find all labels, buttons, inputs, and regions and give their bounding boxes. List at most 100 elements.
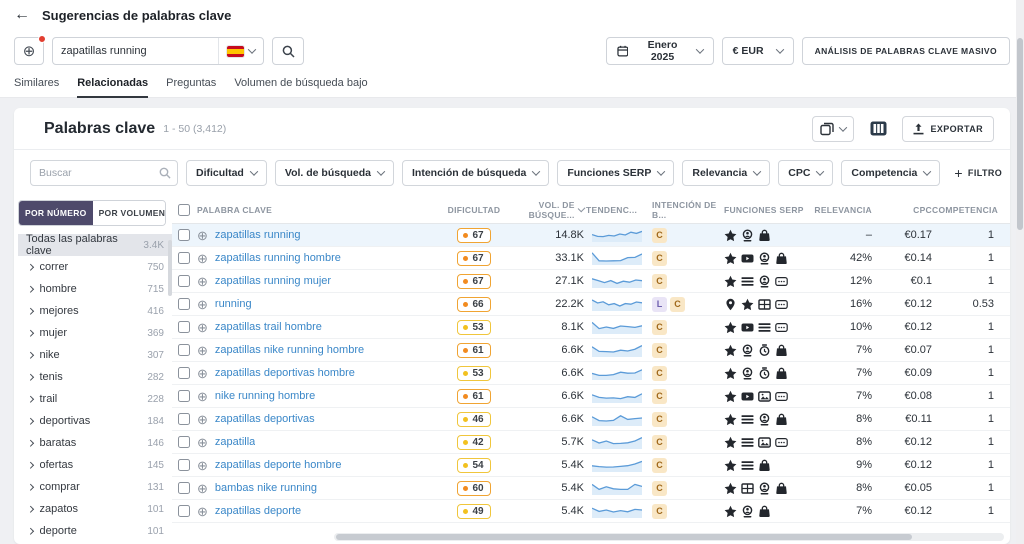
keyword-link[interactable]: zapatillas running mujer — [215, 275, 331, 287]
export-button[interactable]: EXPORTAR — [902, 115, 994, 142]
add-keyword-icon[interactable]: ⊕ — [197, 390, 208, 403]
sidebar-item-correr[interactable]: correr 750 — [18, 256, 172, 278]
add-keyword-icon[interactable]: ⊕ — [197, 436, 208, 449]
difficulty-badge: 67 — [457, 250, 491, 266]
keyword-link[interactable]: running — [215, 298, 252, 310]
table-row: ⊕ zapatillas deportivas 46 6.6K C 8% €0.11 1 — [172, 408, 1010, 431]
difficulty-badge: 53 — [457, 319, 491, 335]
filter-chip-relevancia[interactable]: Relevancia — [682, 160, 771, 186]
image-pack-icon — [758, 436, 771, 449]
window-scrollbar[interactable] — [1016, 0, 1024, 544]
row-checkbox[interactable] — [178, 505, 190, 517]
cpc-cell: €0.08 — [904, 390, 932, 402]
filter-chip-competencia[interactable]: Competencia — [841, 160, 941, 186]
group-count: 3.4K — [143, 239, 164, 251]
view-mode-button[interactable] — [812, 115, 855, 142]
add-keyword-icon[interactable]: ⊕ — [197, 459, 208, 472]
row-checkbox[interactable] — [178, 321, 190, 333]
add-keyword-icon[interactable]: ⊕ — [197, 344, 208, 357]
row-checkbox[interactable] — [178, 413, 190, 425]
row-checkbox[interactable] — [178, 436, 190, 448]
row-checkbox[interactable] — [178, 459, 190, 471]
keyword-link[interactable]: bambas nike running — [215, 482, 317, 494]
column-header-intenci-n-de-b: INTENCIÓN DE B... — [650, 200, 722, 220]
add-keyword-icon[interactable]: ⊕ — [197, 298, 208, 311]
date-selector[interactable]: Enero 2025 — [605, 37, 714, 65]
sidebar-item-mejores[interactable]: mejores 416 — [18, 300, 172, 322]
row-checkbox[interactable] — [178, 252, 190, 264]
horizontal-scrollbar-thumb[interactable] — [336, 534, 913, 540]
sidebar-item-hombre[interactable]: hombre 715 — [18, 278, 172, 300]
keyword-search-input[interactable] — [53, 45, 218, 57]
ads-icon — [758, 343, 771, 357]
back-button[interactable]: ← — [14, 7, 30, 23]
sidebar-item-baratas[interactable]: baratas 146 — [18, 432, 172, 454]
add-keyword-icon[interactable]: ⊕ — [197, 252, 208, 265]
filter-chip-intenci-n-de-b-squeda[interactable]: Intención de búsqueda — [402, 160, 550, 186]
toggle-by-volume[interactable]: POR VOLUMEN — [92, 201, 165, 225]
select-all-checkbox[interactable] — [178, 203, 190, 216]
row-checkbox[interactable] — [178, 298, 190, 310]
country-selector[interactable] — [218, 38, 263, 64]
sidebar-item-trail[interactable]: trail 228 — [18, 388, 172, 410]
row-checkbox[interactable] — [178, 367, 190, 379]
sidebar-item-all-keywords[interactable]: Todas las palabras clave 3.4K — [18, 233, 172, 257]
keyword-link[interactable]: zapatillas running hombre — [215, 252, 341, 264]
sidebar-item-ofertas[interactable]: ofertas 145 — [18, 454, 172, 476]
add-keyword-icon[interactable]: ⊕ — [197, 413, 208, 426]
horizontal-scrollbar[interactable] — [334, 533, 1004, 541]
window-scrollbar-thumb[interactable] — [1017, 38, 1023, 230]
volume-cell: 5.4K — [561, 505, 584, 517]
add-keyword-icon[interactable]: ⊕ — [197, 321, 208, 334]
row-checkbox[interactable] — [178, 482, 190, 494]
column-header-vol-de-b-sque[interactable]: VOL. DE BÚSQUE... — [502, 200, 586, 220]
keyword-link[interactable]: zapatillas nike running hombre — [215, 344, 364, 356]
tab-relacionadas[interactable]: Relacionadas — [77, 72, 149, 98]
filter-chip-vol-de-b-squeda[interactable]: Vol. de búsqueda — [274, 160, 394, 186]
keyword-link[interactable]: zapatillas deportivas hombre — [215, 367, 355, 379]
filter-chip-cpc[interactable]: CPC — [778, 160, 834, 186]
keyword-search-box — [52, 37, 264, 65]
keyword-link[interactable]: zapatillas deporte — [215, 505, 301, 517]
row-checkbox[interactable] — [178, 390, 190, 402]
sidebar-item-mujer[interactable]: mujer 369 — [18, 322, 172, 344]
add-keyword-icon[interactable]: ⊕ — [197, 229, 208, 242]
column-header-funciones-serp: FUNCIONES SERP — [722, 205, 814, 215]
filter-chip-funciones-serp[interactable]: Funciones SERP — [557, 160, 675, 186]
sidebar-item-deportivas[interactable]: deportivas 184 — [18, 410, 172, 432]
keyword-link[interactable]: zapatillas running — [215, 229, 301, 241]
add-keyword-icon[interactable]: ⊕ — [197, 482, 208, 495]
filter-chip-dificultad[interactable]: Dificultad — [186, 160, 267, 186]
add-keywords-button[interactable]: ⊕ — [14, 35, 46, 65]
tab-similares[interactable]: Similares — [14, 72, 59, 97]
tab-preguntas[interactable]: Preguntas — [166, 72, 216, 97]
sidebar-item-tenis[interactable]: tenis 282 — [18, 366, 172, 388]
keyword-link[interactable]: zapatillas deporte hombre — [215, 459, 342, 471]
manage-columns-button[interactable] — [864, 115, 893, 142]
tab-volumen-de-b-squeda-bajo[interactable]: Volumen de búsqueda bajo — [234, 72, 367, 97]
bulk-analysis-button[interactable]: ANÁLISIS DE PALABRAS CLAVE MASIVO — [801, 37, 1010, 65]
add-keyword-icon[interactable]: ⊕ — [197, 367, 208, 380]
row-checkbox[interactable] — [178, 229, 190, 241]
sidebar-item-comprar[interactable]: comprar 131 — [18, 476, 172, 498]
toggle-by-number[interactable]: POR NÚMERO — [19, 201, 93, 225]
table-search-input[interactable] — [30, 160, 178, 186]
row-checkbox[interactable] — [178, 275, 190, 287]
keyword-cell: ⊕ zapatillas deportivas hombre — [172, 367, 446, 380]
currency-selector[interactable]: € EUR — [721, 37, 794, 65]
keyword-link[interactable]: zapatilla — [215, 436, 255, 448]
sidebar-item-zapatos[interactable]: zapatos 101 — [18, 498, 172, 520]
add-keyword-icon[interactable]: ⊕ — [197, 275, 208, 288]
add-keyword-icon[interactable]: ⊕ — [197, 505, 208, 518]
difficulty-value: 54 — [472, 459, 484, 471]
row-checkbox[interactable] — [178, 344, 190, 356]
sidebar-item-nike[interactable]: nike 307 — [18, 344, 172, 366]
add-filter-button[interactable]: + FILTRO — [954, 165, 1002, 181]
search-button[interactable] — [272, 37, 304, 65]
filter-chip-label: Dificultad — [196, 167, 244, 179]
keyword-link[interactable]: zapatillas deportivas — [215, 413, 315, 425]
keyword-link[interactable]: zapatillas trail hombre — [215, 321, 322, 333]
keyword-link[interactable]: nike running hombre — [215, 390, 315, 402]
competition-cell: 1 — [987, 367, 994, 379]
sidebar-item-deporte[interactable]: deporte 101 — [18, 520, 172, 542]
